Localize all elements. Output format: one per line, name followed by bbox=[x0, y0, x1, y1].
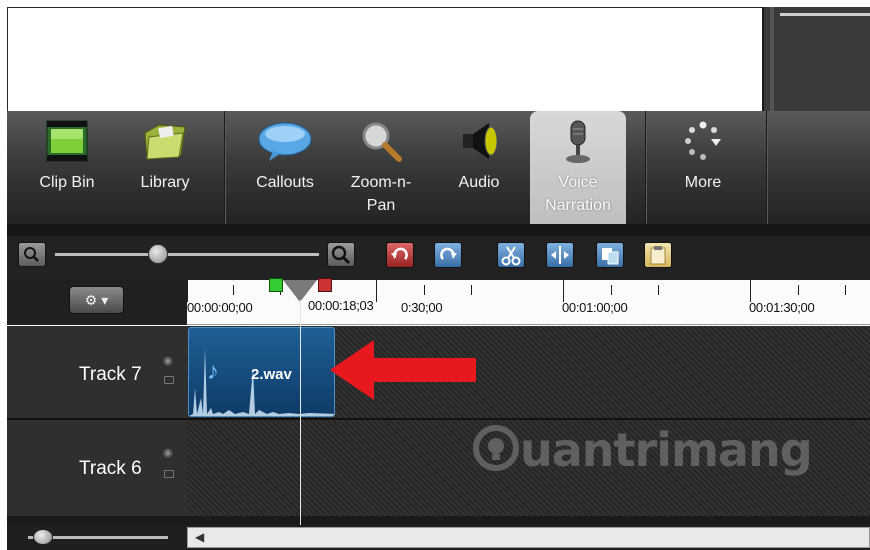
toolbar-gap bbox=[7, 224, 870, 236]
audio-clip[interactable]: ♪ 2.wav bbox=[188, 327, 335, 417]
copy-button[interactable] bbox=[596, 242, 624, 268]
side-panel bbox=[762, 7, 870, 111]
library-label: Library bbox=[140, 174, 190, 191]
track-header-7[interactable]: Track 7 ◉ bbox=[7, 326, 187, 418]
chevron-down-icon: ▾ bbox=[101, 292, 109, 308]
toolbar-divider bbox=[224, 111, 225, 224]
speaker-icon bbox=[457, 119, 501, 170]
timeline-zoom-thumb[interactable] bbox=[148, 244, 168, 264]
zoom-n-pan-button[interactable]: Zoom-n- Pan bbox=[338, 111, 424, 224]
track-name: Track 6 bbox=[79, 458, 142, 479]
bulb-logo-icon bbox=[473, 425, 519, 471]
track-height-thumb[interactable] bbox=[33, 529, 53, 545]
red-arrow-annotation bbox=[330, 340, 476, 400]
selection-start-handle[interactable] bbox=[269, 278, 283, 292]
horizontal-scrollbar[interactable] bbox=[187, 527, 870, 548]
eye-icon[interactable]: ◉ bbox=[163, 446, 173, 459]
callouts-label: Callouts bbox=[256, 174, 314, 191]
more-button[interactable]: More bbox=[662, 111, 744, 224]
audio-button[interactable]: Audio bbox=[440, 111, 518, 224]
paste-button[interactable] bbox=[644, 242, 672, 268]
timeline-settings-button[interactable]: ⚙ ▾ bbox=[69, 286, 124, 314]
split-icon bbox=[551, 246, 569, 264]
toolbar-divider bbox=[766, 111, 767, 224]
clip-bin-label: Clip Bin bbox=[39, 174, 95, 191]
undo-icon bbox=[391, 247, 408, 260]
film-strip-icon bbox=[45, 119, 89, 170]
selection-end-handle[interactable] bbox=[318, 278, 332, 292]
gear-icon: ⚙ bbox=[84, 292, 98, 308]
paste-icon bbox=[650, 246, 666, 265]
more-label: More bbox=[684, 174, 722, 191]
voice-narration-button[interactable]: Voice Narration bbox=[530, 111, 626, 224]
ruler-label-30: 0:30;00 bbox=[401, 300, 443, 315]
magnifier-icon bbox=[359, 119, 403, 170]
microphone-icon bbox=[558, 119, 598, 174]
speech-bubble-icon bbox=[257, 119, 313, 170]
ruler-label-60: 00:01:00;00 bbox=[562, 300, 628, 315]
lock-icon[interactable] bbox=[164, 376, 174, 384]
clip-bin-button[interactable]: Clip Bin bbox=[27, 111, 107, 224]
zoom-out-icon bbox=[24, 247, 39, 262]
more-dots-icon bbox=[681, 119, 725, 170]
zoom-in-icon bbox=[331, 245, 351, 265]
zoom-out-button[interactable] bbox=[18, 242, 46, 267]
scissors-icon bbox=[501, 246, 521, 266]
callouts-button[interactable]: Callouts bbox=[240, 111, 330, 224]
copy-icon bbox=[602, 248, 619, 265]
track-header-6[interactable]: Track 6 ◉ bbox=[7, 420, 187, 516]
playhead-line bbox=[300, 300, 301, 526]
watermark-text: uantrimang bbox=[520, 423, 813, 477]
track-divider bbox=[7, 516, 870, 525]
eye-icon[interactable]: ◉ bbox=[163, 354, 173, 367]
folder-icon bbox=[141, 119, 189, 170]
audio-label: Audio bbox=[458, 174, 500, 191]
clip-name: 2.wav bbox=[251, 366, 292, 383]
playhead-time-label: 00:00:18;03 bbox=[308, 298, 374, 313]
playhead-handle[interactable] bbox=[283, 280, 317, 302]
toolbar-right-line bbox=[780, 13, 870, 16]
preview-canvas bbox=[7, 7, 762, 111]
redo-button[interactable] bbox=[434, 242, 462, 268]
toolbar-divider bbox=[645, 111, 646, 224]
redo-icon bbox=[440, 247, 457, 260]
voice-narration-label: Voice Narration bbox=[545, 174, 611, 214]
music-note-icon: ♪ bbox=[207, 358, 219, 385]
scroll-left-arrow-icon[interactable]: ◀ bbox=[195, 530, 204, 544]
watermark-logo: uantrimang bbox=[472, 423, 813, 477]
split-button[interactable] bbox=[546, 242, 574, 268]
timeline-zoom-slider[interactable] bbox=[55, 253, 319, 256]
zoom-n-pan-label: Zoom-n- Pan bbox=[350, 174, 412, 214]
cut-button[interactable] bbox=[497, 242, 525, 268]
zoom-in-button[interactable] bbox=[327, 242, 355, 267]
ruler-label-90: 00:01:30;00 bbox=[749, 300, 815, 315]
undo-button[interactable] bbox=[386, 242, 414, 268]
lock-icon[interactable] bbox=[164, 470, 174, 478]
ruler-label-0: 00:00:00;00 bbox=[187, 300, 253, 315]
track-name: Track 7 bbox=[79, 364, 142, 385]
library-button[interactable]: Library bbox=[125, 111, 205, 224]
